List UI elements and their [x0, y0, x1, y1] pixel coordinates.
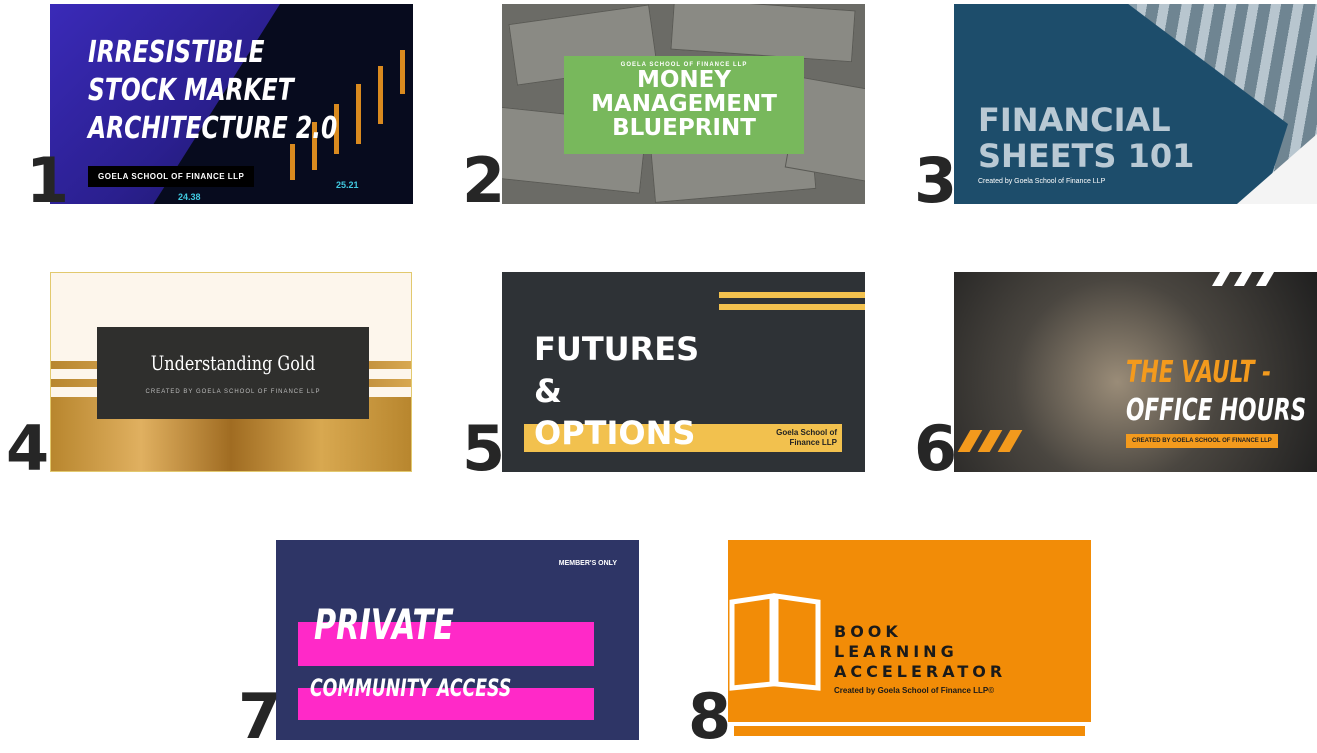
card-title: IRRESISTIBLE STOCK MARKET ARCHITECTURE 2…	[88, 34, 337, 148]
white-slash	[1233, 272, 1253, 286]
title-box: Understanding Gold CREATED BY GOELA SCHO…	[97, 327, 369, 419]
subtitle-line: Finance LLP	[789, 438, 837, 447]
card-number: 8	[688, 680, 731, 753]
course-thumbnail-2[interactable]: GOELA SCHOOL OF FINANCE LLP MONEY MANAGE…	[502, 4, 865, 204]
title-line: OPTIONS	[534, 414, 696, 452]
price-tick: 24.38	[178, 192, 201, 202]
course-thumbnail-7[interactable]: MEMBER'S ONLY PRIVATE COMMUNITY ACCESS	[276, 540, 639, 740]
title-line: ACCELERATOR	[834, 662, 1007, 681]
title-box: GOELA SCHOOL OF FINANCE LLP MONEY MANAGE…	[564, 56, 804, 154]
card-title: PRIVATE	[314, 600, 454, 649]
title-line: LEARNING	[834, 642, 958, 661]
title-line: OFFICE HOURS	[1126, 393, 1307, 428]
chart-candle	[400, 50, 405, 94]
card-number: 3	[914, 144, 957, 217]
subtitle-line: Goela School of	[776, 428, 837, 437]
shelf-inner	[734, 726, 1085, 736]
card-subtitle: Goela School of Finance LLP	[776, 428, 837, 448]
title-line: BLUEPRINT	[612, 115, 756, 141]
price-tick: 25.21	[336, 180, 359, 190]
card-number: 7	[238, 680, 281, 753]
card-title-2: COMMUNITY ACCESS	[310, 674, 512, 702]
title-line: ARCHITECTURE 2.0	[88, 111, 338, 146]
card-number: 6	[914, 412, 957, 485]
title-line: MANAGEMENT	[591, 91, 777, 117]
title-line: BOOK	[834, 622, 902, 641]
yellow-bar	[719, 304, 865, 310]
card-subtitle: GOELA SCHOOL OF FINANCE LLP	[88, 166, 255, 187]
card-title: FUTURES & OPTIONS	[534, 328, 699, 454]
title-line: THE VAULT -	[1126, 355, 1272, 390]
card-subtitle: Created by Goela School of Finance LLP©	[834, 686, 995, 695]
white-slash	[1211, 272, 1231, 286]
course-thumbnail-3[interactable]: FINANCIAL SHEETS 101 Created by Goela Sc…	[954, 4, 1317, 204]
card-subtitle: Created by Goela School of Finance LLP	[978, 178, 1106, 185]
course-thumbnail-4[interactable]: Understanding Gold CREATED BY GOELA SCHO…	[50, 272, 412, 472]
title-line: &	[534, 372, 562, 410]
card-title: BOOK LEARNING ACCELERATOR	[834, 622, 1006, 682]
course-thumbnail-1[interactable]: 25.21 24.38 IRRESISTIBLE STOCK MARKET AR…	[50, 4, 413, 204]
card-number: 5	[462, 412, 505, 485]
title-line: IRRESISTIBLE	[88, 35, 265, 70]
course-thumbnail-8[interactable]: BOOK LEARNING ACCELERATOR Created by Goe…	[728, 540, 1091, 740]
chart-candle	[290, 144, 295, 180]
title-line: MONEY	[636, 67, 732, 93]
card-subtitle: CREATED BY GOELA SCHOOL OF FINANCE LLP	[145, 389, 321, 395]
yellow-bar	[719, 292, 865, 298]
card-subtitle: CREATED BY GOELA SCHOOL OF FINANCE LLP	[1126, 434, 1278, 448]
member-badge: MEMBER'S ONLY	[558, 560, 617, 567]
money-bill	[670, 4, 856, 63]
card-title: Understanding Gold	[150, 351, 316, 375]
card-number: 4	[6, 412, 49, 485]
title-line: STOCK MARKET	[88, 73, 294, 108]
card-number: 1	[26, 144, 69, 217]
open-book-icon	[729, 593, 821, 691]
orange-slash	[997, 430, 1023, 452]
card-title: FINANCIAL SHEETS 101	[978, 102, 1194, 174]
title-line: SHEETS 101	[978, 137, 1195, 175]
white-slash	[1255, 272, 1275, 286]
title-line: FUTURES	[534, 330, 700, 368]
title-line: FINANCIAL	[978, 101, 1171, 139]
card-number: 2	[462, 144, 505, 217]
chart-candle	[378, 66, 383, 124]
course-thumbnail-5[interactable]: FUTURES & OPTIONS Goela School of Financ…	[502, 272, 865, 472]
card-title: THE VAULT - OFFICE HOURS	[1126, 354, 1306, 430]
chart-candle	[356, 84, 361, 144]
course-thumbnail-6[interactable]: THE VAULT - OFFICE HOURS CREATED BY GOEL…	[954, 272, 1317, 472]
